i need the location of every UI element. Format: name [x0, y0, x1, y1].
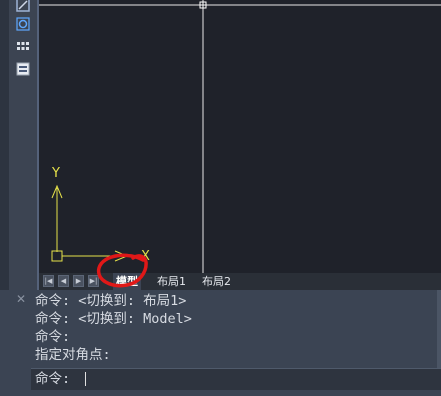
edit-icon[interactable]	[14, 0, 32, 13]
command-history-line: 命令: <切换到: 布局1>	[35, 293, 187, 309]
first-tab-button[interactable]: |◀	[43, 275, 54, 287]
close-command-window-icon[interactable]: ✕	[16, 292, 26, 306]
command-history-line: 命令:	[35, 329, 71, 345]
ucs-x-label: X	[141, 249, 150, 264]
ucs-y-label: Y	[51, 166, 60, 181]
text-caret	[85, 372, 86, 386]
previous-tab-button[interactable]: ◀	[58, 275, 69, 287]
toolbar-grip	[0, 0, 9, 290]
ucs-icon	[51, 184, 129, 262]
circle-snap-icon[interactable]	[14, 16, 32, 32]
tab-layout2[interactable]: 布局2	[199, 273, 234, 290]
tab-model[interactable]: 模型	[113, 273, 141, 290]
grid-icon[interactable]	[14, 39, 32, 55]
command-history-line: 命令: <切换到: Model>	[35, 311, 192, 327]
command-window: ✕ 命令: <切换到: 布局1> 命令: <切换到: Model> 命令: 指定…	[0, 290, 441, 396]
last-tab-button[interactable]: ▶|	[88, 275, 99, 287]
command-input[interactable]: 命令:	[31, 368, 441, 390]
tab-layout1[interactable]: 布局1	[154, 273, 189, 290]
drawing-canvas[interactable]: Y X	[39, 0, 441, 273]
command-prompt: 命令:	[35, 371, 71, 387]
next-tab-button[interactable]: ▶	[73, 275, 84, 287]
image-icon[interactable]	[14, 61, 32, 77]
layout-tab-bar	[39, 273, 441, 290]
crosshair-marker-icon	[199, 1, 207, 9]
command-history-scrollbar[interactable]	[437, 290, 441, 368]
command-history-line: 指定对角点:	[35, 347, 111, 363]
left-toolbar	[0, 0, 39, 290]
